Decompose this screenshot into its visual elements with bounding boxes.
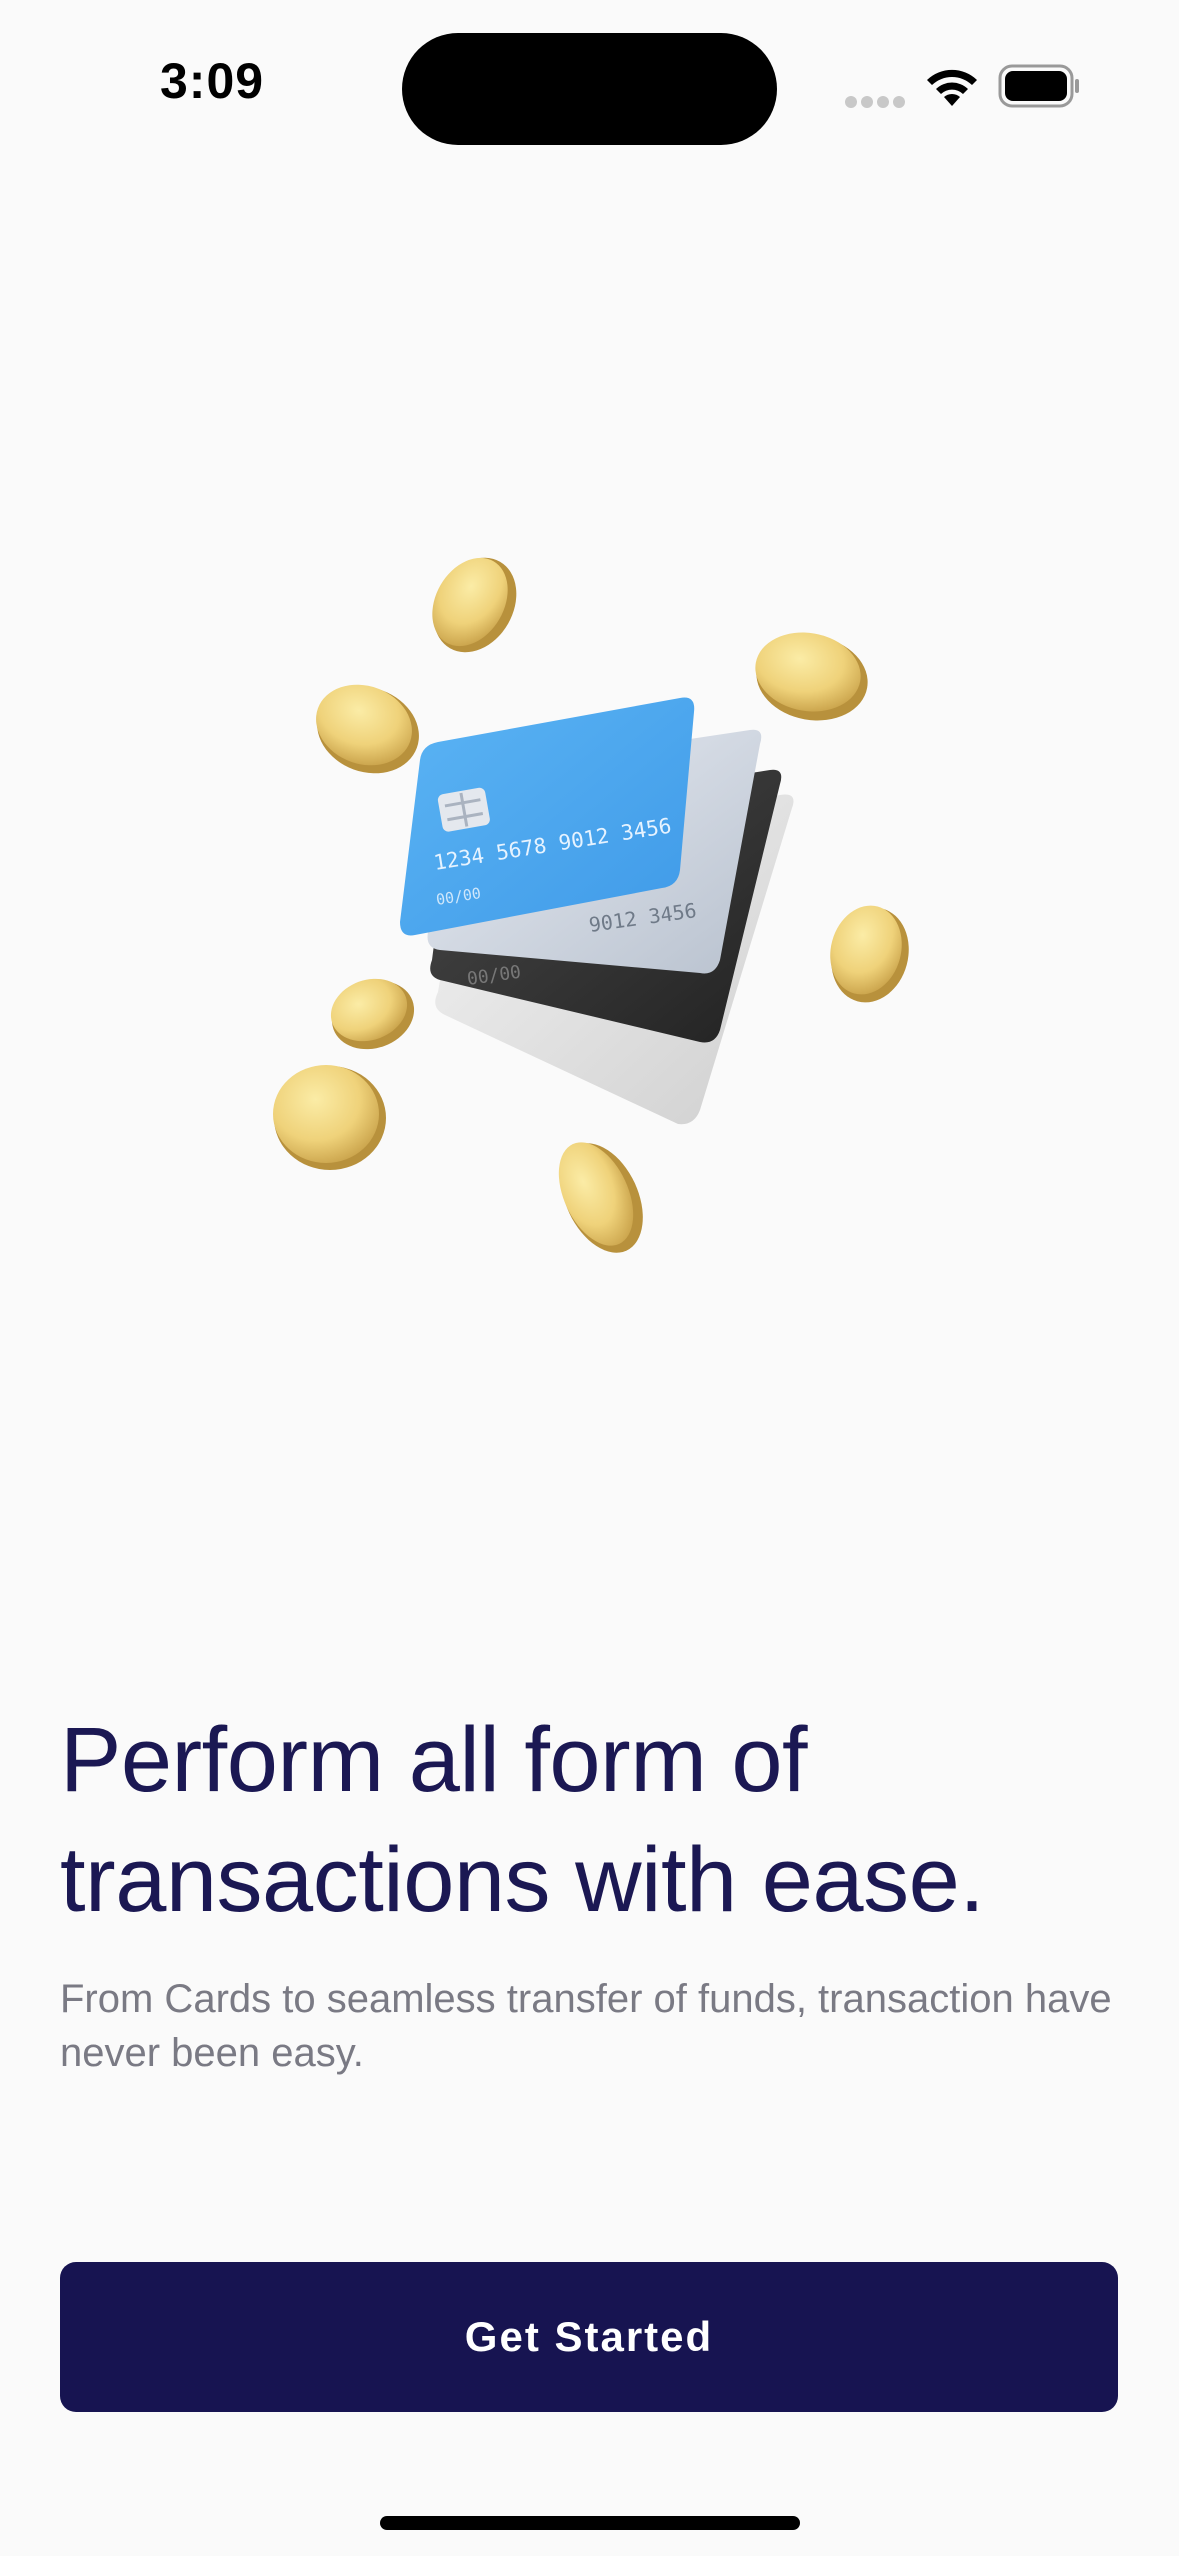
coin-icon	[330, 978, 415, 1050]
dynamic-island	[402, 33, 777, 145]
coin-icon	[316, 684, 419, 774]
battery-icon	[998, 64, 1079, 108]
wifi-icon	[927, 69, 977, 106]
headline-line-2: transactions with ease.	[60, 1829, 985, 1931]
onboarding-headline: Perform all form of transactions with ea…	[60, 1700, 1120, 1940]
status-bar: 3:09	[0, 0, 1179, 170]
cards-and-coins-illustration: 00/00 9012 3456 1234 5678 9012 3456 00/0…	[273, 557, 909, 1253]
coin-icon	[830, 905, 909, 1003]
headline-line-1: Perform all form of	[60, 1709, 808, 1811]
coin-icon	[432, 557, 517, 653]
coin-icon	[558, 1142, 643, 1253]
cellular-signal-icon	[845, 96, 907, 110]
coin-icon	[755, 632, 868, 721]
status-time: 3:09	[160, 53, 265, 109]
home-indicator[interactable]	[380, 2516, 800, 2530]
onboarding-subtext: From Cards to seamless transfer of funds…	[60, 1977, 1112, 2075]
get-started-button[interactable]: Get Started	[60, 2262, 1118, 2412]
coin-icon	[273, 1065, 386, 1170]
